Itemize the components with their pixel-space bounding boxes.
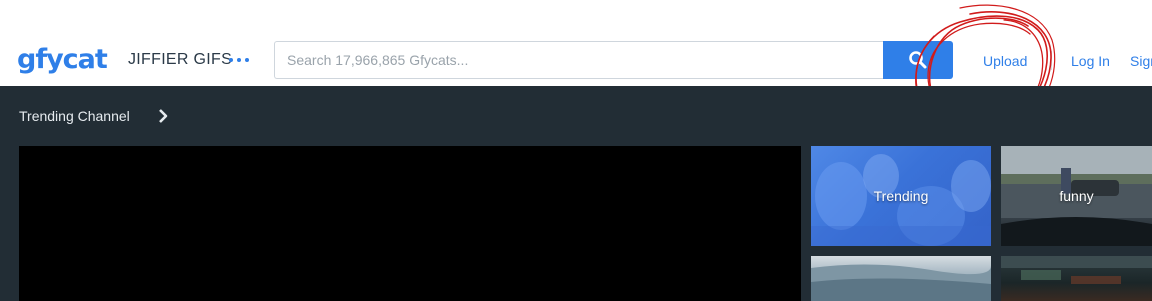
tile-third[interactable] xyxy=(811,256,991,301)
signup-link[interactable]: Sign xyxy=(1130,53,1152,69)
tile-trending[interactable]: Trending xyxy=(811,146,991,246)
search-button[interactable] xyxy=(883,41,953,79)
tile-fourth-image xyxy=(1001,256,1152,284)
tile-funny[interactable]: funny xyxy=(1001,146,1152,246)
tile-funny-label: funny xyxy=(1059,188,1094,204)
search-box xyxy=(274,41,883,79)
login-link[interactable]: Log In xyxy=(1071,53,1110,69)
top-header: gfycat JIFFIER GIFS Upload Log In Sign xyxy=(0,0,1152,86)
trending-channel-title[interactable]: Trending Channel xyxy=(19,108,130,124)
upload-link[interactable]: Upload xyxy=(983,53,1027,69)
tile-fourth[interactable] xyxy=(1001,256,1152,301)
more-menu-icon[interactable] xyxy=(229,52,249,68)
nav-divider xyxy=(1051,51,1052,70)
search-input[interactable] xyxy=(275,42,867,78)
search-icon xyxy=(909,51,927,69)
gfycat-logo[interactable]: gfycat xyxy=(17,44,108,78)
video-player[interactable] xyxy=(19,146,801,301)
chevron-right-icon[interactable] xyxy=(156,108,170,124)
tagline: JIFFIER GIFS xyxy=(128,51,233,68)
tile-trending-label: Trending xyxy=(873,188,929,204)
tile-third-image xyxy=(811,264,991,301)
